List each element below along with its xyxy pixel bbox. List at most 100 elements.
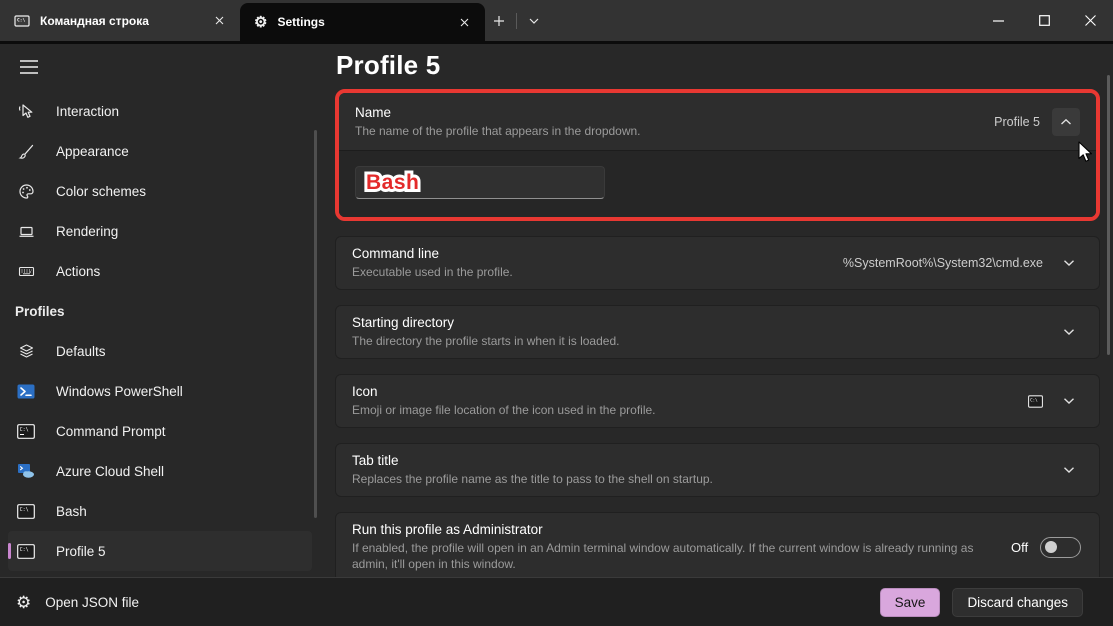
- setting-card-starting-directory[interactable]: Starting directory The directory the pro…: [335, 305, 1100, 359]
- interaction-icon: [16, 101, 36, 121]
- svg-text:C:\: C:\: [20, 427, 29, 433]
- admin-toggle-switch[interactable]: [1040, 537, 1081, 558]
- setting-description: Emoji or image file location of the icon…: [352, 402, 1014, 418]
- sidebar-item-windows-powershell[interactable]: Windows PowerShell: [8, 371, 312, 411]
- open-json-file-button[interactable]: ⚙ Open JSON file: [16, 594, 139, 611]
- sidebar-item-label: Defaults: [56, 344, 106, 359]
- setting-card-icon[interactable]: Icon Emoji or image file location of the…: [335, 374, 1100, 428]
- gear-icon: ⚙: [254, 15, 267, 30]
- setting-card-command-line[interactable]: Command line Executable used in the prof…: [335, 236, 1100, 290]
- layers-icon: [16, 341, 36, 361]
- setting-title: Tab title: [352, 453, 1041, 468]
- divider: [516, 13, 517, 29]
- settings-main-pane: Profile 5 Name The name of the profile t…: [320, 44, 1113, 577]
- selection-indicator: [8, 543, 11, 559]
- azure-cloud-icon: [16, 461, 36, 481]
- sidebar-item-rendering[interactable]: Rendering: [8, 211, 312, 251]
- sidebar-item-label: Profile 5: [56, 544, 106, 559]
- sidebar-item-azure-cloud-shell[interactable]: Azure Cloud Shell: [8, 451, 312, 491]
- paintbrush-icon: [16, 141, 36, 161]
- titlebar: C:\ Командная строка ⚙ Settings: [0, 0, 1113, 41]
- expand-button[interactable]: [1055, 387, 1083, 415]
- expand-button[interactable]: [1055, 249, 1083, 277]
- svg-text:C:\: C:\: [20, 507, 29, 513]
- toggle-knob: [1045, 541, 1057, 553]
- sidebar-item-label: Command Prompt: [56, 424, 166, 439]
- name-input-value: Bash: [366, 171, 419, 195]
- sidebar-item-color-schemes[interactable]: Color schemes: [8, 171, 312, 211]
- sidebar-item-interaction[interactable]: Interaction: [8, 91, 312, 131]
- svg-text:C:\: C:\: [20, 547, 29, 553]
- setting-card-run-as-admin: Run this profile as Administrator If ena…: [335, 512, 1100, 577]
- tab-label: Командная строка: [40, 14, 198, 28]
- hamburger-menu-button[interactable]: [12, 54, 46, 80]
- chevron-up-icon: [1060, 118, 1072, 126]
- sidebar-item-command-prompt[interactable]: C:\ Command Prompt: [8, 411, 312, 451]
- sidebar-item-label: Azure Cloud Shell: [56, 464, 164, 479]
- setting-title: Starting directory: [352, 315, 1041, 330]
- expander-body: Bash: [339, 150, 1096, 217]
- sidebar-item-actions[interactable]: Actions: [8, 251, 312, 291]
- setting-description: Replaces the profile name as the title t…: [352, 471, 1041, 487]
- expander-header[interactable]: Name The name of the profile that appear…: [339, 93, 1096, 150]
- svg-text:C:\: C:\: [1030, 397, 1038, 402]
- sidebar-item-appearance[interactable]: Appearance: [8, 131, 312, 171]
- sidebar-item-defaults[interactable]: Defaults: [8, 331, 312, 371]
- sidebar-item-label: Bash: [56, 504, 87, 519]
- collapse-button[interactable]: [1052, 108, 1080, 136]
- save-button[interactable]: Save: [880, 588, 941, 617]
- expand-button[interactable]: [1055, 318, 1083, 346]
- console-icon: C:\: [16, 421, 36, 441]
- main-scrollbar[interactable]: [1107, 75, 1110, 355]
- setting-card-name: Name The name of the profile that appear…: [339, 93, 1096, 217]
- monitor-icon: [16, 221, 36, 241]
- setting-title: Icon: [352, 384, 1014, 399]
- close-tab-icon[interactable]: [453, 11, 475, 33]
- sidebar-item-label: Windows PowerShell: [56, 384, 183, 399]
- sidebar-item-bash[interactable]: C:\ Bash: [8, 491, 312, 531]
- setting-description: Executable used in the profile.: [352, 264, 829, 280]
- gear-icon: ⚙: [16, 594, 31, 611]
- setting-description: The directory the profile starts in when…: [352, 333, 1041, 349]
- settings-sidebar: Interaction Appearance Color schemes: [0, 44, 320, 577]
- window-controls: [975, 0, 1113, 41]
- close-window-button[interactable]: [1067, 0, 1113, 41]
- tab-label: Settings: [277, 15, 443, 29]
- discard-changes-button[interactable]: Discard changes: [952, 588, 1083, 617]
- tab-settings[interactable]: ⚙ Settings: [240, 3, 485, 41]
- new-tab-button[interactable]: [485, 8, 513, 34]
- console-icon: C:\: [14, 13, 30, 29]
- minimize-button[interactable]: [975, 0, 1021, 41]
- page-title: Profile 5: [336, 50, 1100, 81]
- mouse-cursor: [1078, 141, 1093, 163]
- sidebar-item-label: Appearance: [56, 144, 129, 159]
- chevron-down-icon: [1063, 397, 1075, 405]
- name-input[interactable]: Bash: [355, 166, 605, 199]
- sidebar-item-label: Color schemes: [56, 184, 146, 199]
- close-tab-icon[interactable]: [208, 10, 230, 32]
- expand-button[interactable]: [1055, 456, 1083, 484]
- powershell-icon: [16, 381, 36, 401]
- setting-description: The name of the profile that appears in …: [355, 123, 980, 139]
- chevron-down-icon: [1063, 466, 1075, 474]
- setting-description: If enabled, the profile will open in an …: [352, 540, 997, 572]
- sidebar-item-label: Actions: [56, 264, 100, 279]
- setting-title: Command line: [352, 246, 829, 261]
- console-icon: C:\: [1028, 395, 1043, 408]
- maximize-button[interactable]: [1021, 0, 1067, 41]
- chevron-down-icon: [1063, 328, 1075, 336]
- tab-dropdown-button[interactable]: [520, 8, 548, 34]
- svg-text:C:\: C:\: [17, 17, 26, 23]
- chevron-down-icon: [1063, 259, 1075, 267]
- toggle-state-label: Off: [1011, 540, 1028, 555]
- open-json-file-label: Open JSON file: [45, 595, 139, 610]
- highlight-annotation-border: Name The name of the profile that appear…: [335, 89, 1100, 221]
- tab-command-prompt[interactable]: C:\ Командная строка: [0, 0, 240, 41]
- setting-title: Run this profile as Administrator: [352, 522, 997, 537]
- sidebar-scrollbar[interactable]: [314, 130, 317, 518]
- profiles-section-header: Profiles: [0, 291, 320, 331]
- setting-card-tab-title[interactable]: Tab title Replaces the profile name as t…: [335, 443, 1100, 497]
- palette-icon: [16, 181, 36, 201]
- sidebar-item-profile-5[interactable]: C:\ Profile 5: [8, 531, 312, 571]
- setting-value: Profile 5: [994, 115, 1040, 129]
